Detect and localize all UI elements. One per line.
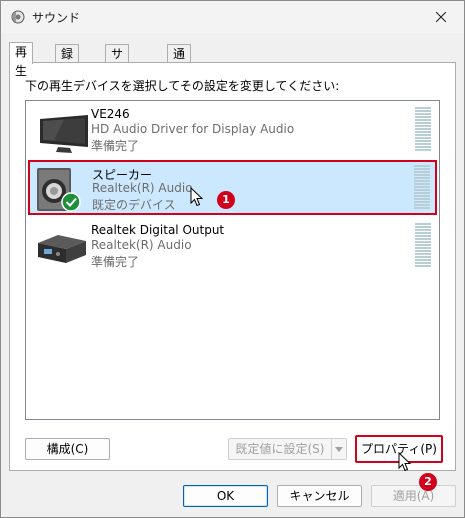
sound-dialog: サウンド 再生 録音 サウンド 通信 下の再生デバイスを選択してその設定を変更し… xyxy=(0,0,465,518)
tab-sounds[interactable]: サウンド xyxy=(105,44,130,115)
monitor-icon xyxy=(40,115,88,153)
ok-button[interactable]: OK xyxy=(183,485,268,507)
device-status: 既定のデバイス xyxy=(92,198,176,212)
mouse-cursor-icon xyxy=(398,452,412,472)
device-item-ve246[interactable]: VE246 HD Audio Driver for Display Audio … xyxy=(29,103,436,158)
level-meter xyxy=(415,107,431,153)
device-driver: HD Audio Driver for Display Audio xyxy=(91,122,295,136)
set-default-button[interactable]: 既定値に設定(S) xyxy=(228,438,331,460)
tab-recording[interactable]: 録音 xyxy=(55,44,80,79)
instruction-text: 下の再生デバイスを選択してその設定を変更してください: xyxy=(25,79,340,93)
level-meter xyxy=(415,223,431,269)
playback-panel: 下の再生デバイスを選択してその設定を変更してください: VE246 HD Aud… xyxy=(9,62,456,471)
window-title: サウンド xyxy=(32,11,81,25)
close-button[interactable] xyxy=(418,1,464,33)
device-driver: Realtek(R) Audio xyxy=(92,181,193,195)
configure-button[interactable]: 構成(C) xyxy=(25,438,110,460)
cancel-button[interactable]: キャンセル xyxy=(277,485,362,507)
device-name: Realtek Digital Output xyxy=(91,223,225,237)
device-item-digital-output[interactable]: Realtek Digital Output Realtek(R) Audio … xyxy=(29,219,436,274)
step-badge-2: 2 xyxy=(419,473,437,491)
device-name: VE246 xyxy=(91,107,130,121)
device-item-speaker[interactable]: スピーカー Realtek(R) Audio 既定のデバイス xyxy=(28,160,437,215)
level-meter xyxy=(414,165,430,211)
speaker-icon xyxy=(37,168,81,212)
digital-output-icon xyxy=(38,235,86,263)
device-status: 準備完了 xyxy=(91,255,140,269)
step-badge-1: 1 xyxy=(217,191,235,209)
device-status: 準備完了 xyxy=(91,139,140,153)
title-bar: サウンド xyxy=(1,1,464,33)
default-check-icon xyxy=(61,192,81,212)
chevron-down-icon xyxy=(335,447,343,452)
set-default-dropdown[interactable] xyxy=(331,438,347,460)
close-icon xyxy=(436,12,446,22)
tab-communications[interactable]: 通信 xyxy=(167,44,192,79)
apply-button[interactable]: 適用(A) xyxy=(371,485,456,507)
sound-app-icon xyxy=(11,10,25,24)
tab-playback[interactable]: 再生 xyxy=(9,42,34,78)
mouse-cursor-icon xyxy=(190,187,204,207)
device-list[interactable]: VE246 HD Audio Driver for Display Audio … xyxy=(25,100,440,420)
device-driver: Realtek(R) Audio xyxy=(91,238,192,252)
